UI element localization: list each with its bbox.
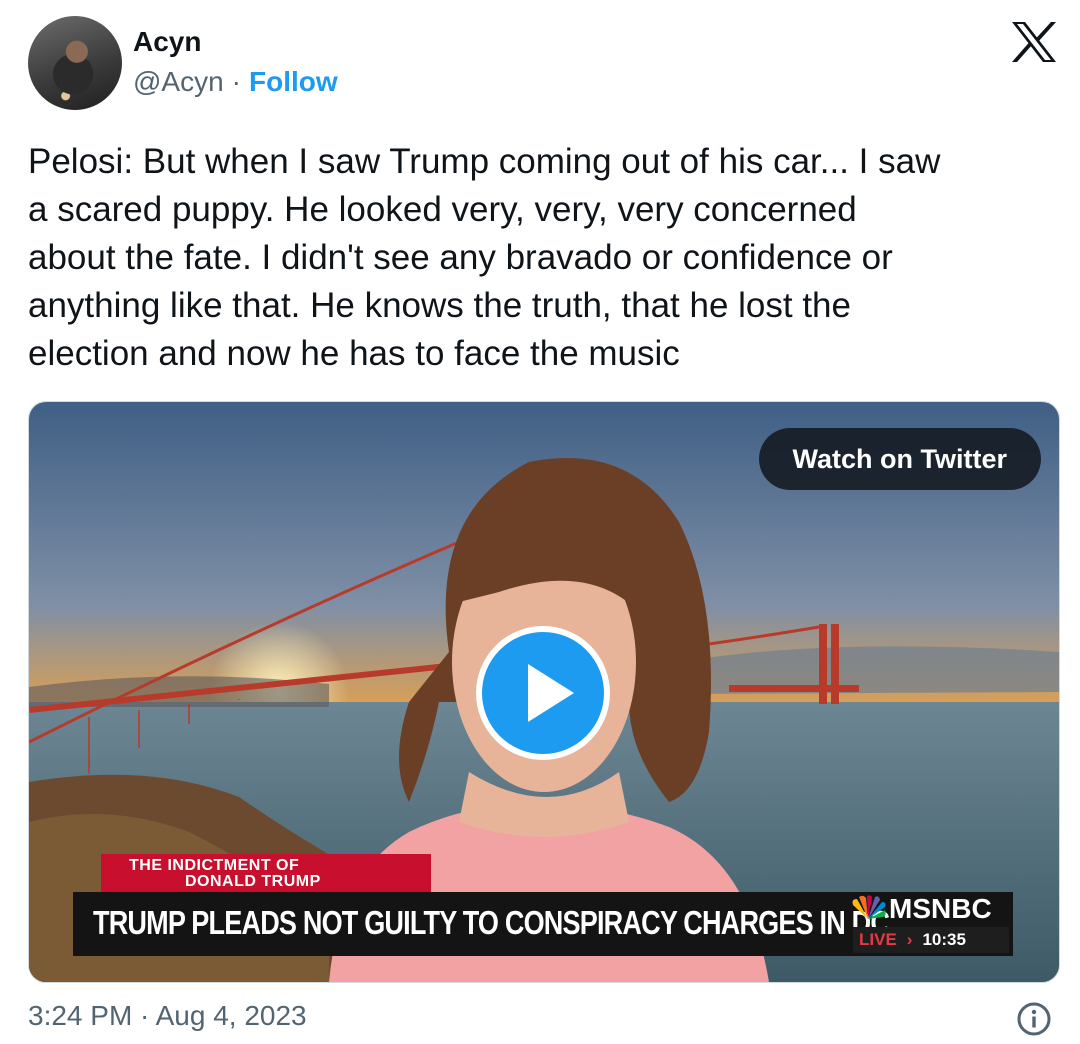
live-label: LIVE [859,930,897,949]
live-indicator: LIVE › 10:35 [853,927,1009,953]
play-icon [528,664,574,722]
author-name[interactable]: Acyn [133,26,201,58]
video-player[interactable]: Watch on Twitter THE INDICTMENT OF DONAL… [28,401,1060,983]
separator: · [231,66,241,97]
chyron-tag: THE INDICTMENT OF DONALD TRUMP [101,854,431,894]
info-icon[interactable] [1016,1001,1052,1037]
follow-button[interactable]: Follow [249,66,338,98]
x-logo-icon[interactable] [1010,20,1058,64]
network-bug: MSNBC LIVE › 10:35 [849,891,1009,957]
author-handle-row: @Acyn · Follow [133,66,338,98]
peacock-icon [852,895,886,919]
watch-on-twitter-button[interactable]: Watch on Twitter [758,428,1041,490]
chyron-headline: TRUMP PLEADS NOT GUILTY TO CONSPIRACY CH… [93,904,890,941]
live-time: 10:35 [922,930,966,949]
chyron-tag-line1: THE INDICTMENT OF [129,857,300,874]
chyron-tag-line2: DONALD TRUMP [185,873,321,890]
author-handle[interactable]: @Acyn [133,66,224,98]
tweet-text: Pelosi: But when I saw Trump coming out … [28,142,941,373]
author-avatar[interactable] [28,16,122,110]
network-name: MSNBC [889,893,992,924]
tweet-timestamp[interactable]: 3:24 PM · Aug 4, 2023 [28,1000,307,1032]
live-arrow: › [906,930,913,949]
play-button[interactable] [476,626,610,760]
